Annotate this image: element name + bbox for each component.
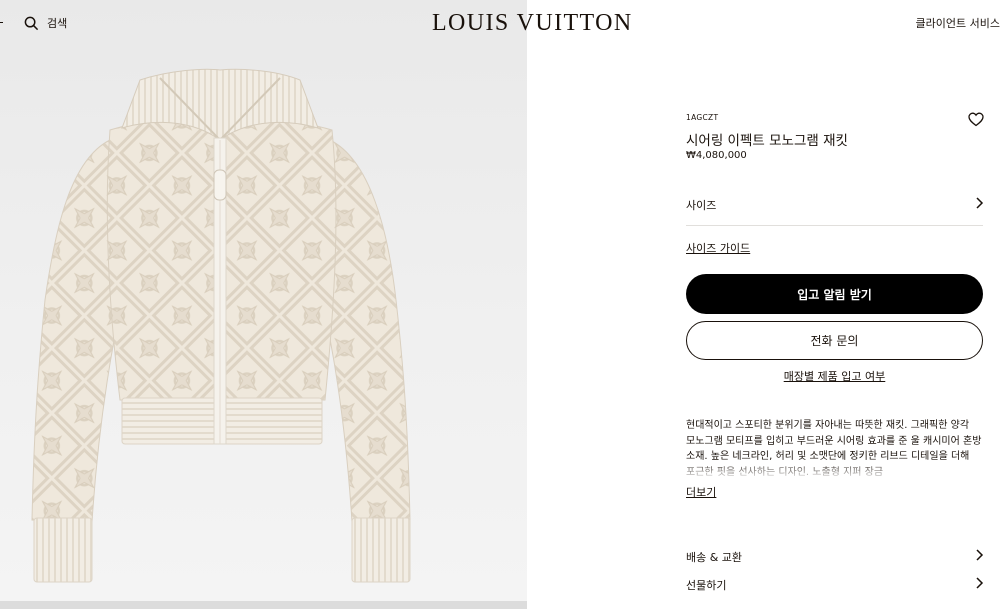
shipping-returns-row[interactable]: 배송 & 교환: [686, 545, 984, 569]
product-sku: 1AGCZT: [686, 113, 719, 122]
menu-icon[interactable]: [0, 22, 3, 23]
chevron-right-icon: [976, 577, 984, 589]
size-label: 사이즈: [686, 199, 717, 212]
search-button[interactable]: 검색: [24, 13, 67, 33]
chevron-right-icon: [976, 197, 984, 209]
gift-label: 선물하기: [686, 579, 727, 592]
shipping-returns-label: 배송 & 교환: [686, 551, 743, 564]
size-selector[interactable]: 사이즈: [686, 188, 984, 226]
brand-logo[interactable]: LOUIS VUITTON: [432, 9, 631, 37]
store-availability-link[interactable]: 매장별 제품 입고 여부: [686, 368, 983, 384]
search-icon: [24, 16, 39, 30]
image-bottom-strip: [0, 601, 527, 609]
product-description: 현대적이고 스포티한 분위기를 자아내는 따뜻한 재킷. 그래픽한 양각 모노그…: [686, 418, 983, 480]
product-image-pane[interactable]: [0, 0, 527, 609]
gift-row[interactable]: 선물하기: [686, 573, 984, 597]
product-price: ₩4,080,000: [686, 150, 747, 161]
chevron-right-icon: [976, 549, 984, 561]
product-name: 시어링 이펙트 모노그램 재킷: [686, 133, 848, 149]
description-fade: [686, 460, 983, 480]
product-info-panel: 1AGCZT 시어링 이펙트 모노그램 재킷 ₩4,080,000 사이즈 사이…: [686, 0, 984, 609]
size-guide-link[interactable]: 사이즈 가이드: [686, 240, 750, 256]
phone-inquiry-button[interactable]: 전화 문의: [686, 321, 983, 360]
read-more-link[interactable]: 더보기: [686, 484, 716, 500]
search-label: 검색: [47, 17, 68, 30]
heart-icon[interactable]: [968, 112, 984, 127]
product-image: [31, 68, 411, 583]
notify-restock-button[interactable]: 입고 알림 받기: [686, 274, 983, 314]
